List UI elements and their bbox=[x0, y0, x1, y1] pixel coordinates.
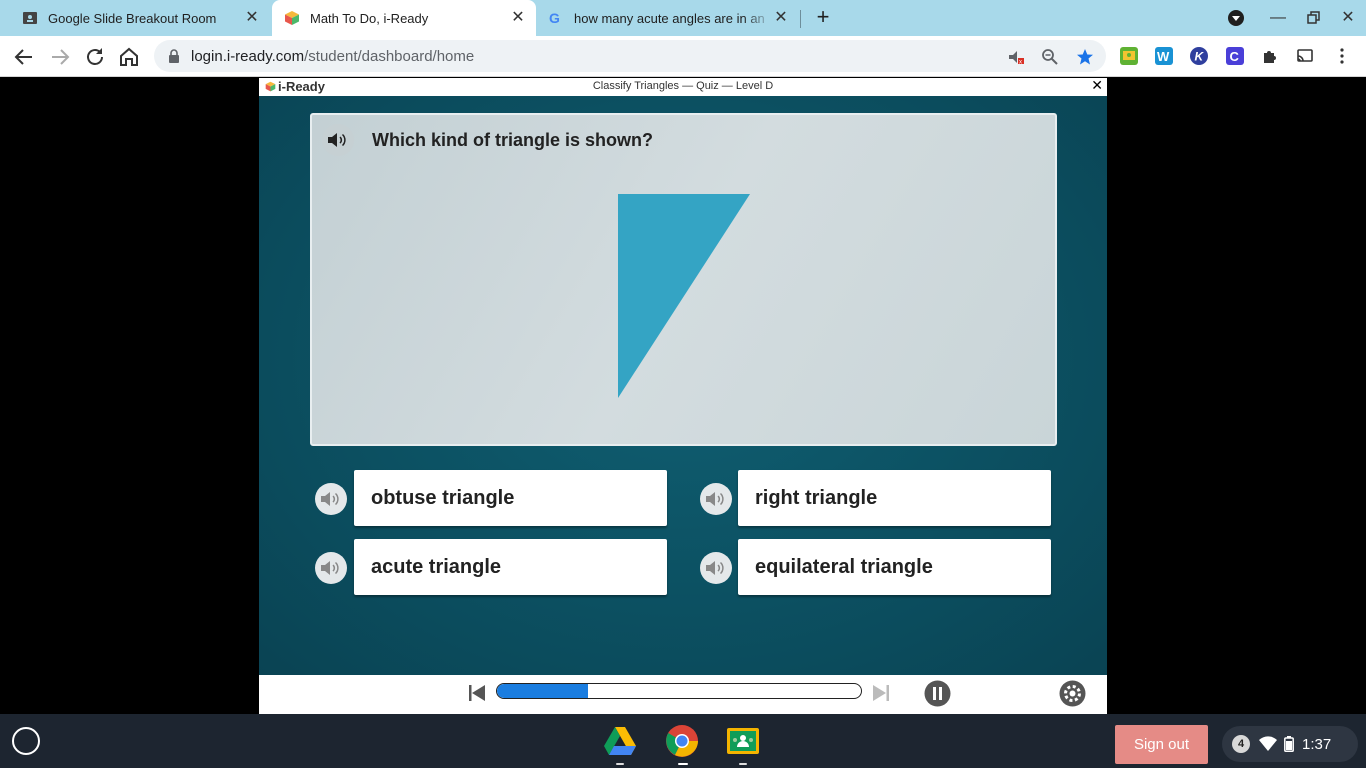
lesson-stage: Which kind of triangle is shown? obtuse … bbox=[259, 96, 1107, 675]
skip-back-icon[interactable] bbox=[467, 683, 487, 703]
url-path: /student/dashboard/home bbox=[304, 48, 475, 65]
tab-google-slide[interactable]: Google Slide Breakout Room ✕ bbox=[0, 0, 270, 36]
tab-search-icon[interactable] bbox=[1226, 8, 1246, 28]
lesson-progress-bar bbox=[496, 683, 862, 699]
tab-divider bbox=[800, 10, 801, 28]
notification-count-badge: 4 bbox=[1232, 735, 1250, 753]
sign-out-button[interactable]: Sign out bbox=[1115, 725, 1208, 764]
restore-icon[interactable] bbox=[1303, 8, 1323, 28]
speaker-icon bbox=[328, 133, 346, 147]
choice-audio-button[interactable] bbox=[700, 552, 732, 584]
c-extension-icon[interactable]: C bbox=[1226, 47, 1244, 65]
minimize-icon[interactable]: — bbox=[1268, 8, 1288, 28]
google-classroom-icon[interactable] bbox=[726, 724, 760, 758]
wordwall-extension-icon[interactable]: W bbox=[1155, 47, 1173, 65]
choice-equilateral-triangle[interactable]: equilateral triangle bbox=[738, 539, 1051, 595]
status-tray[interactable]: 4 1:37 bbox=[1222, 726, 1358, 762]
speaker-icon bbox=[706, 561, 724, 575]
zoom-icon[interactable] bbox=[1041, 48, 1059, 66]
iready-tab-icon bbox=[285, 11, 299, 25]
lesson-control-bar bbox=[259, 675, 1107, 714]
url-host: login.i-ready.com bbox=[191, 48, 305, 65]
google-tab-icon: G bbox=[549, 10, 560, 26]
tab-title: how many acute angles are in an bbox=[574, 10, 765, 26]
question-card: Which kind of triangle is shown? bbox=[310, 113, 1057, 446]
blocked-media-icon[interactable]: x bbox=[1007, 48, 1025, 66]
choice-obtuse-triangle[interactable]: obtuse triangle bbox=[354, 470, 667, 526]
close-tab-icon[interactable]: ✕ bbox=[510, 10, 526, 26]
right-triangle-figure bbox=[618, 194, 750, 398]
address-bar[interactable]: login.i-ready.com/student/dashboard/home… bbox=[154, 40, 1106, 72]
lesson-title: Classify Triangles — Quiz — Level D bbox=[592, 80, 774, 92]
choice-acute-triangle[interactable]: acute triangle bbox=[354, 539, 667, 595]
running-indicator bbox=[616, 763, 624, 765]
tab-iready[interactable]: Math To Do, i-Ready ✕ bbox=[272, 0, 536, 36]
clock-time: 1:37 bbox=[1302, 735, 1332, 753]
extensions-puzzle-icon[interactable] bbox=[1261, 47, 1279, 65]
chromeos-shelf: Sign out 4 1:37 bbox=[0, 714, 1366, 768]
choice-right-triangle[interactable]: right triangle bbox=[738, 470, 1051, 526]
bookmark-star-icon[interactable] bbox=[1076, 48, 1094, 66]
question-audio-button[interactable] bbox=[322, 124, 354, 156]
url-text[interactable]: login.i-ready.com/student/dashboard/home bbox=[191, 48, 474, 65]
triangle-shape bbox=[618, 194, 750, 398]
choice-audio-button[interactable] bbox=[700, 483, 732, 515]
svg-text:K: K bbox=[1195, 50, 1205, 64]
tab-title: Math To Do, i-Ready bbox=[310, 10, 429, 26]
tab-strip: Google Slide Breakout Room ✕ Math To Do,… bbox=[0, 0, 1366, 36]
new-tab-button[interactable]: + bbox=[812, 6, 834, 29]
google-drive-icon[interactable] bbox=[603, 724, 637, 758]
speaker-icon bbox=[706, 492, 724, 506]
iready-lesson-window: i-Ready Classify Triangles — Quiz — Leve… bbox=[259, 77, 1107, 714]
running-indicator bbox=[739, 763, 747, 765]
svg-text:W: W bbox=[1157, 49, 1170, 64]
close-lesson-button[interactable]: ✕ bbox=[1091, 77, 1103, 94]
browser-toolbar: login.i-ready.com/student/dashboard/home… bbox=[0, 36, 1366, 77]
choice-audio-button[interactable] bbox=[315, 552, 347, 584]
lesson-header: i-Ready Classify Triangles — Quiz — Leve… bbox=[259, 77, 1107, 96]
close-tab-icon[interactable]: ✕ bbox=[773, 10, 789, 26]
speaker-icon bbox=[321, 492, 339, 506]
tab-title: Google Slide Breakout Room bbox=[48, 10, 217, 26]
choice-audio-button[interactable] bbox=[315, 483, 347, 515]
classroom-extension-icon[interactable] bbox=[1120, 47, 1138, 65]
back-icon[interactable] bbox=[12, 45, 36, 69]
settings-gear-icon[interactable] bbox=[1059, 680, 1086, 707]
progress-fill bbox=[497, 684, 588, 698]
forward-icon[interactable] bbox=[48, 45, 72, 69]
menu-kebab-icon[interactable] bbox=[1333, 47, 1351, 65]
lock-icon[interactable] bbox=[168, 49, 180, 63]
close-tab-icon[interactable]: ✕ bbox=[244, 10, 260, 26]
wifi-icon bbox=[1259, 736, 1277, 751]
pause-icon[interactable] bbox=[924, 680, 951, 707]
classroom-tab-icon bbox=[23, 12, 37, 24]
battery-icon bbox=[1284, 736, 1294, 752]
tab-google-search[interactable]: G how many acute angles are in an ✕ bbox=[537, 0, 799, 36]
svg-text:C: C bbox=[1230, 49, 1240, 64]
svg-text:x: x bbox=[1019, 60, 1022, 66]
launcher-button[interactable] bbox=[12, 727, 40, 755]
reload-icon[interactable] bbox=[83, 45, 107, 69]
svg-text:G: G bbox=[549, 10, 560, 26]
active-indicator bbox=[678, 763, 688, 765]
kami-extension-icon[interactable]: K bbox=[1190, 47, 1208, 65]
skip-forward-icon[interactable] bbox=[871, 683, 891, 703]
speaker-icon bbox=[321, 561, 339, 575]
chrome-icon[interactable] bbox=[665, 724, 699, 758]
home-icon[interactable] bbox=[117, 45, 141, 69]
close-window-icon[interactable]: ✕ bbox=[1338, 8, 1358, 28]
cast-icon[interactable] bbox=[1296, 47, 1314, 65]
question-text: Which kind of triangle is shown? bbox=[372, 130, 654, 150]
